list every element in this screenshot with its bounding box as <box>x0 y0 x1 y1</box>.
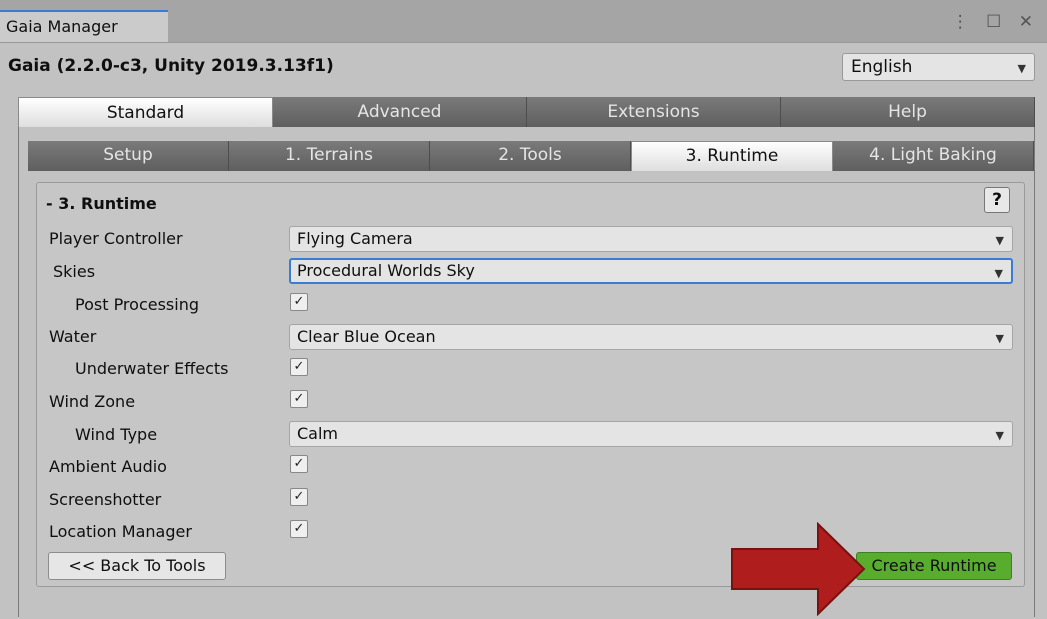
post-processing-label: Post Processing <box>75 295 199 314</box>
player-controller-dropdown[interactable]: Flying Camera ▼ <box>289 226 1013 252</box>
window-titlebar: Gaia Manager ⋮ ☐ ✕ <box>0 0 1047 43</box>
chevron-down-icon: ▼ <box>994 267 1003 280</box>
wind-zone-label: Wind Zone <box>49 392 136 411</box>
page-title: Gaia (2.2.0-c3, Unity 2019.3.13f1) <box>8 56 334 76</box>
sub-tabs: Setup 1. Terrains 2. Tools 3. Runtime 4.… <box>28 141 1034 171</box>
main-tabs: Standard Advanced Extensions Help <box>18 97 1035 127</box>
language-dropdown[interactable]: English ▼ <box>842 53 1035 81</box>
window-tab-gaia-manager[interactable]: Gaia Manager <box>0 10 168 42</box>
underwater-effects-label: Underwater Effects <box>75 359 229 378</box>
chevron-down-icon: ▼ <box>995 429 1004 442</box>
wind-type-value: Calm <box>297 424 339 443</box>
red-arrow-icon <box>731 522 866 616</box>
tab-standard[interactable]: Standard <box>18 97 273 127</box>
chevron-down-icon: ▼ <box>995 332 1004 345</box>
wind-type-label: Wind Type <box>75 425 158 444</box>
tab-advanced[interactable]: Advanced <box>273 97 527 127</box>
player-controller-label: Player Controller <box>49 229 183 248</box>
ambient-audio-label: Ambient Audio <box>49 457 167 476</box>
skies-label: Skies <box>53 262 96 281</box>
skies-value: Procedural Worlds Sky <box>297 261 475 280</box>
wind-zone-checkbox[interactable]: ✓ <box>290 390 308 408</box>
wind-type-dropdown[interactable]: Calm ▼ <box>289 421 1013 447</box>
tab-setup[interactable]: Setup <box>28 141 229 171</box>
tab-light-baking[interactable]: 4. Light Baking <box>833 141 1034 171</box>
screenshotter-checkbox[interactable]: ✓ <box>290 488 308 506</box>
tab-help[interactable]: Help <box>781 97 1035 127</box>
skies-dropdown[interactable]: Procedural Worlds Sky ▼ <box>289 258 1013 284</box>
tab-terrains[interactable]: 1. Terrains <box>229 141 430 171</box>
screenshotter-label: Screenshotter <box>49 490 162 509</box>
chevron-down-icon: ▼ <box>995 234 1004 247</box>
language-value: English <box>851 57 913 77</box>
location-manager-label: Location Manager <box>49 522 192 541</box>
player-controller-value: Flying Camera <box>297 229 413 248</box>
water-label: Water <box>49 327 97 346</box>
window-controls-icon[interactable]: ⋮ ☐ ✕ <box>952 12 1039 32</box>
section-title[interactable]: - 3. Runtime <box>46 194 157 213</box>
water-dropdown[interactable]: Clear Blue Ocean ▼ <box>289 324 1013 350</box>
tab-runtime[interactable]: 3. Runtime <box>631 141 833 171</box>
back-to-tools-button[interactable]: << Back To Tools <box>48 552 226 580</box>
post-processing-checkbox[interactable]: ✓ <box>290 293 308 311</box>
tab-tools[interactable]: 2. Tools <box>430 141 631 171</box>
tab-extensions[interactable]: Extensions <box>527 97 781 127</box>
underwater-effects-checkbox[interactable]: ✓ <box>290 358 308 376</box>
water-value: Clear Blue Ocean <box>297 327 436 346</box>
create-runtime-button[interactable]: Create Runtime <box>856 552 1012 580</box>
ambient-audio-checkbox[interactable]: ✓ <box>290 455 308 473</box>
location-manager-checkbox[interactable]: ✓ <box>290 520 308 538</box>
chevron-down-icon: ▼ <box>1017 62 1026 75</box>
help-button[interactable]: ? <box>984 187 1010 213</box>
